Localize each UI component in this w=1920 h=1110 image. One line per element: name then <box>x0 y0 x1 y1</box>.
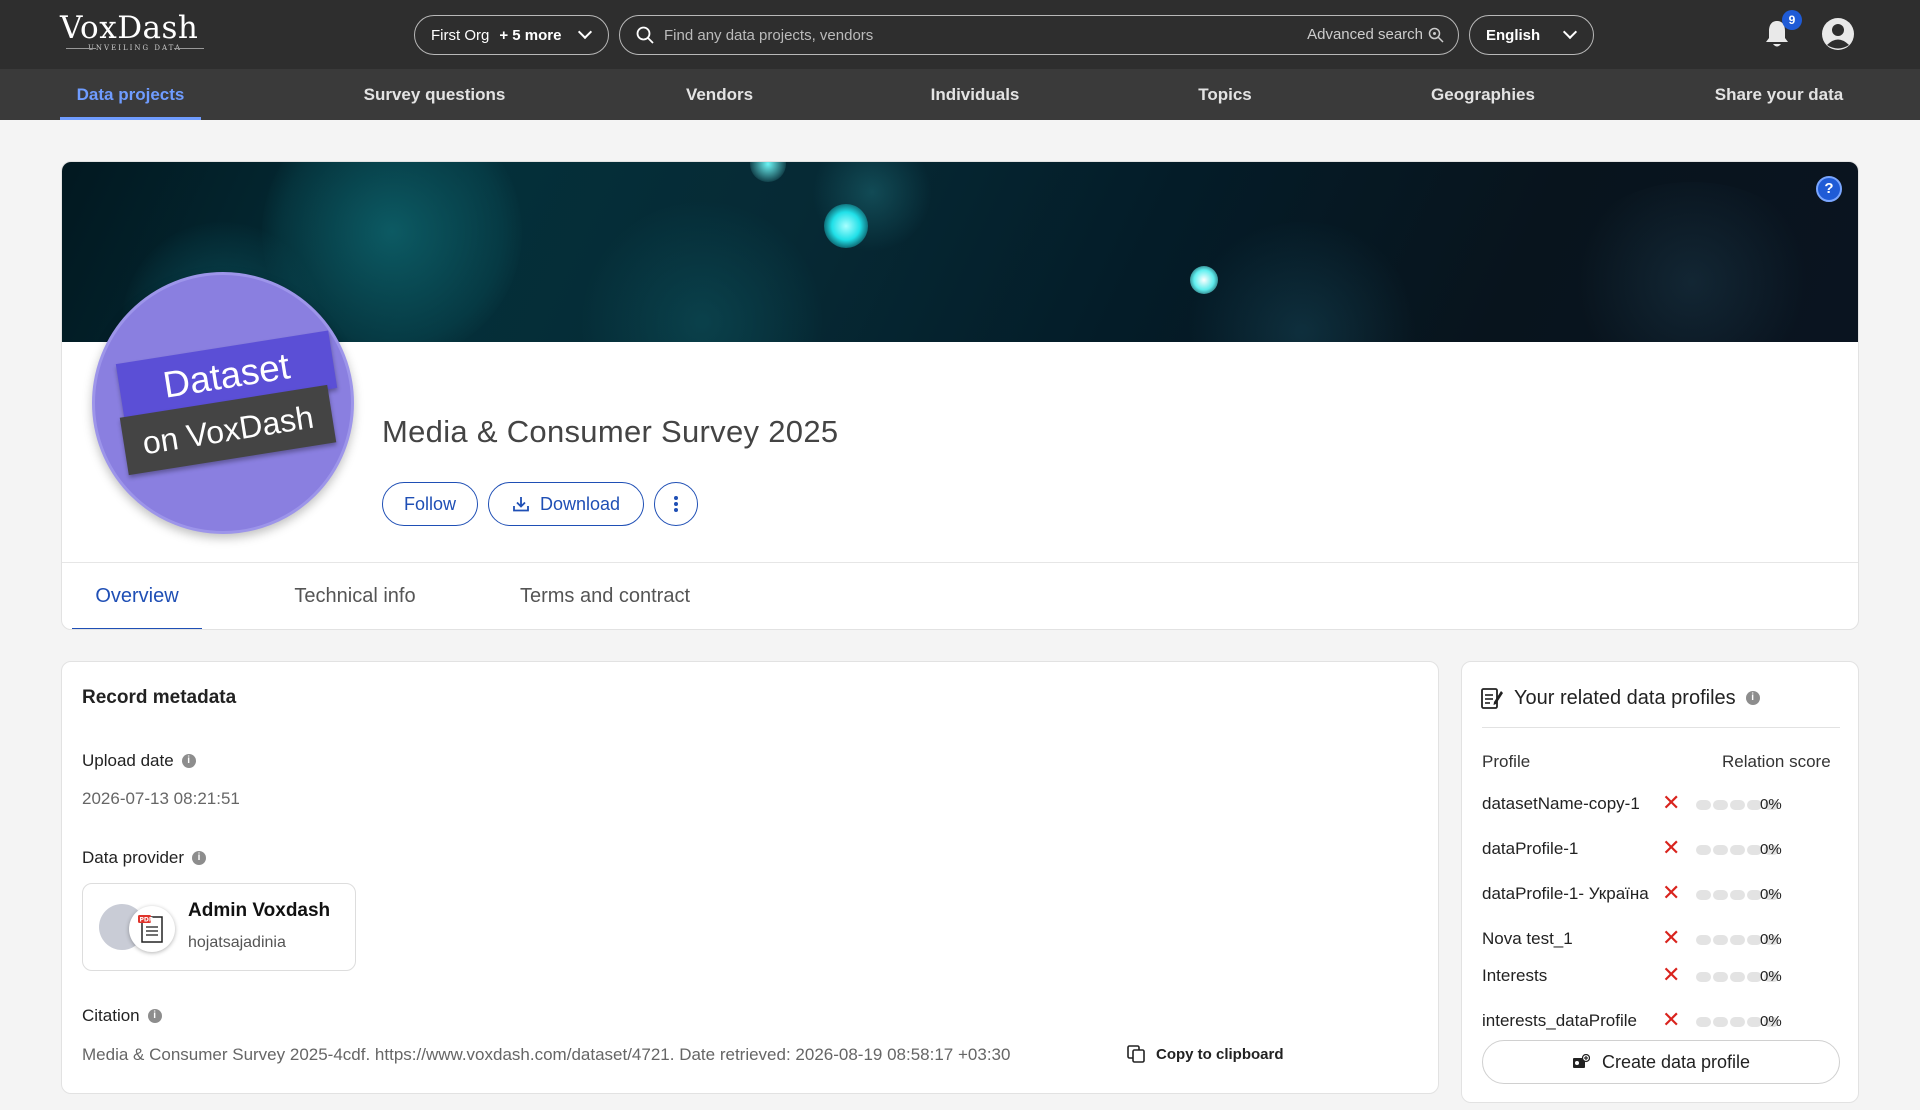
profile-name-link[interactable]: Nova test_1 <box>1482 929 1654 949</box>
remove-profile-icon[interactable]: ✕ <box>1662 925 1680 951</box>
relation-score-value: 0% <box>1760 1013 1782 1030</box>
info-icon[interactable]: i <box>181 754 196 768</box>
create-data-profile-label: Create data profile <box>1601 1051 1751 1072</box>
upload-date-label: Upload date i <box>82 751 196 771</box>
info-icon[interactable]: i <box>147 1009 162 1023</box>
related-profiles-header: Your related data profiles i <box>1480 686 1760 710</box>
svg-text:PDF: PDF <box>140 917 153 924</box>
logo-tagline: UNVEILING DATA <box>60 44 210 52</box>
download-icon <box>513 497 529 512</box>
remove-profile-icon[interactable]: ✕ <box>1662 962 1680 988</box>
copy-icon <box>1127 1045 1145 1063</box>
relation-score-value: 0% <box>1760 796 1782 813</box>
citation-label: Citation i <box>82 1006 162 1026</box>
advanced-search-icon <box>1428 27 1444 43</box>
nav-topics[interactable]: Topics <box>1188 69 1262 120</box>
profile-name-link[interactable]: interests_dataProfile <box>1482 1011 1654 1031</box>
profile-document-icon <box>1481 688 1503 709</box>
copy-label: Copy to clipboard <box>1156 1045 1284 1063</box>
search-input[interactable] <box>664 26 1264 44</box>
profile-name-link[interactable]: dataProfile-1 <box>1482 839 1654 859</box>
info-icon[interactable]: i <box>1745 691 1760 705</box>
remove-profile-icon[interactable]: ✕ <box>1662 1007 1680 1033</box>
related-header-divider <box>1482 727 1840 728</box>
pdf-document-icon: PDF <box>138 915 163 943</box>
org-more-count: + 5 more <box>499 26 562 44</box>
nav-share-your-data[interactable]: Share your data <box>1704 69 1854 120</box>
citation-value: Media & Consumer Survey 2025-4cdf. https… <box>82 1045 1011 1064</box>
create-data-profile-button[interactable]: Create data profile <box>1482 1040 1840 1084</box>
search-icon <box>636 26 654 44</box>
provider-logo: PDF <box>129 906 175 952</box>
help-icon[interactable]: ? <box>1816 176 1842 202</box>
remove-profile-icon[interactable]: ✕ <box>1662 880 1680 906</box>
dataset-title: Media & Consumer Survey 2025 <box>382 414 839 449</box>
remove-profile-icon[interactable]: ✕ <box>1662 790 1680 816</box>
related-profile-row: dataProfile-1- Україна ✕ 0% <box>1482 880 1842 910</box>
language-selector[interactable]: English <box>1469 15 1594 55</box>
logo-wordmark: VoxDash <box>60 10 199 46</box>
column-header-relation-score: Relation score <box>1722 752 1831 771</box>
related-profile-row: datasetName-copy-1 ✕ 0% <box>1482 790 1842 820</box>
profile-name-link[interactable]: Interests <box>1482 966 1654 986</box>
related-data-profiles-card: Your related data profiles i Profile Rel… <box>1461 661 1859 1103</box>
copy-to-clipboard-button[interactable]: Copy to clipboard <box>1126 1044 1284 1064</box>
data-provider-label: Data provider i <box>82 848 207 868</box>
record-metadata-card: Record metadata Upload date i 2026-07-13… <box>61 661 1439 1094</box>
advanced-search-button[interactable]: Advanced search <box>1307 26 1444 43</box>
nav-data-projects[interactable]: Data projects <box>60 69 201 120</box>
chevron-down-icon <box>1562 24 1578 40</box>
notification-badge: 9 <box>1782 10 1802 30</box>
add-profile-icon <box>1572 1054 1590 1068</box>
related-profile-row: Interests ✕ 0% <box>1482 962 1842 992</box>
org-name: First Org <box>431 26 490 44</box>
upload-date-value: 2026-07-13 08:21:51 <box>82 789 240 808</box>
related-profiles-title: Your related data profiles <box>1514 686 1736 709</box>
nav-individuals[interactable]: Individuals <box>922 69 1028 120</box>
language-label: English <box>1486 26 1541 44</box>
follow-button[interactable]: Follow <box>382 482 478 526</box>
more-options-button[interactable] <box>654 482 698 526</box>
record-metadata-heading: Record metadata <box>82 687 237 708</box>
advanced-search-label: Advanced search <box>1307 26 1423 43</box>
main-navigation: Data projects Survey questions Vendors I… <box>0 69 1920 120</box>
download-button[interactable]: Download <box>488 482 644 526</box>
user-account-icon[interactable] <box>1820 16 1856 52</box>
profile-name-link[interactable]: datasetName-copy-1 <box>1482 794 1654 814</box>
related-profile-row: interests_dataProfile ✕ 0% <box>1482 1007 1842 1037</box>
download-label: Download <box>539 493 621 514</box>
remove-profile-icon[interactable]: ✕ <box>1662 835 1680 861</box>
related-profile-row: Nova test_1 ✕ 0% <box>1482 925 1842 955</box>
chevron-down-icon <box>577 24 593 40</box>
cover-banner: ? <box>62 162 1858 342</box>
nav-geographies[interactable]: Geographies <box>1418 69 1548 120</box>
data-provider-card[interactable]: PDF Admin Voxdash hojatsajadinia <box>82 883 356 971</box>
search-bar[interactable]: Advanced search <box>619 15 1459 55</box>
vertical-ellipsis-icon <box>674 496 678 512</box>
relation-score-value: 0% <box>1760 931 1782 948</box>
nav-vendors[interactable]: Vendors <box>672 69 767 120</box>
tab-technical-info[interactable]: Technical info <box>260 563 450 629</box>
tab-terms-and-contract[interactable]: Terms and contract <box>490 563 720 629</box>
voxdash-logo[interactable]: VoxDash UNVEILING DATA <box>60 10 220 58</box>
provider-name[interactable]: Admin Voxdash <box>188 900 330 922</box>
info-icon[interactable]: i <box>192 851 207 865</box>
relation-score-value: 0% <box>1760 968 1782 985</box>
organization-selector[interactable]: First Org + 5 more <box>414 15 609 55</box>
dataset-avatar: Dataset on VoxDash <box>92 272 354 534</box>
relation-score-value: 0% <box>1760 886 1782 903</box>
tab-overview[interactable]: Overview <box>72 563 202 629</box>
provider-username: hojatsajadinia <box>188 934 286 951</box>
nav-survey-questions[interactable]: Survey questions <box>352 69 517 120</box>
dataset-header-card: ? Dataset on VoxDash Media & Consumer Su… <box>61 161 1859 630</box>
top-bar: VoxDash UNVEILING DATA First Org + 5 mor… <box>0 0 1920 69</box>
profile-name-link[interactable]: dataProfile-1- Україна <box>1482 884 1654 904</box>
column-header-profile: Profile <box>1482 752 1531 771</box>
related-profile-row: dataProfile-1 ✕ 0% <box>1482 835 1842 865</box>
relation-score-value: 0% <box>1760 841 1782 858</box>
